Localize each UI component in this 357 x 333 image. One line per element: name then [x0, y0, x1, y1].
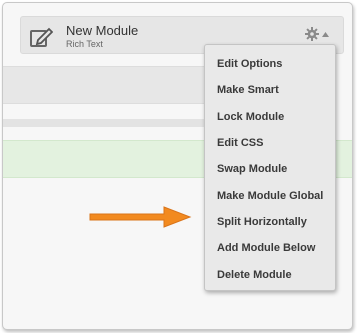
- menu-item-add-module-below[interactable]: Add Module Below: [217, 242, 332, 255]
- annotation-arrow: [89, 206, 192, 228]
- menu-item-make-module-global[interactable]: Make Module Global: [217, 190, 332, 203]
- module-row: [3, 119, 213, 127]
- menu-item-delete-module[interactable]: Delete Module: [217, 269, 332, 282]
- menu-item-lock-module[interactable]: Lock Module: [217, 111, 332, 124]
- menu-item-edit-css[interactable]: Edit CSS: [217, 137, 332, 150]
- menu-item-swap-module[interactable]: Swap Module: [217, 163, 332, 176]
- menu-item-edit-options[interactable]: Edit Options: [217, 58, 332, 71]
- module-subtitle: Rich Text: [66, 39, 103, 49]
- edit-module-icon[interactable]: [29, 25, 53, 49]
- module-row: [3, 66, 213, 104]
- module-title: New Module: [66, 23, 139, 38]
- gear-icon[interactable]: [305, 27, 319, 41]
- menu-item-split-horizontally[interactable]: Split Horizontally: [217, 216, 332, 229]
- module-options-menu: Edit Options Make Smart Lock Module Edit…: [204, 44, 336, 291]
- editor-panel: New Module Rich Text Edit Options Make S…: [2, 2, 353, 330]
- caret-up-icon[interactable]: [322, 32, 329, 37]
- menu-item-make-smart[interactable]: Make Smart: [217, 84, 332, 97]
